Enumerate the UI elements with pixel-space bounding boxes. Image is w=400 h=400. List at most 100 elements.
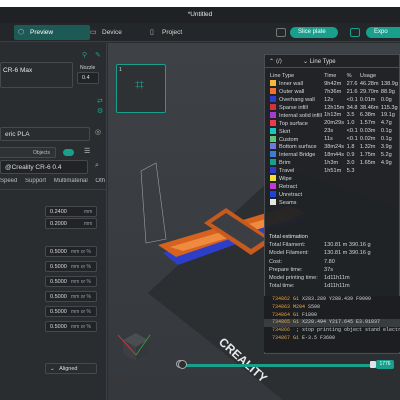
nozzle-select[interactable]: 0.4: [77, 72, 99, 84]
estimation-value: 7.80: [324, 258, 335, 265]
line-time: 7h36m: [324, 88, 342, 95]
line-usage: 0.02m: [359, 136, 376, 143]
line-usage: 0.03m: [359, 128, 376, 135]
estimation-value: 130.81 m 390.16 g: [324, 250, 371, 257]
search-icon[interactable]: ⌕: [95, 162, 99, 170]
divider: [0, 189, 107, 190]
legend-row[interactable]: Top surface 20m29s 1.0 1.57m 4.7g: [269, 119, 399, 127]
color-swatch: [270, 104, 276, 110]
line-type-cell: Retract: [269, 182, 323, 190]
tab-device[interactable]: ▭ Device: [86, 25, 136, 40]
zoom-icon[interactable]: [178, 360, 187, 369]
line-type-cell: Internal solid infill: [269, 111, 323, 119]
seam-position-select[interactable]: ⌄ Aligned: [45, 363, 97, 374]
line-weight: 4.7g: [380, 120, 392, 127]
slice-plate-button[interactable]: Slice plate: [290, 27, 338, 38]
sync-icon[interactable]: ⇄: [97, 97, 103, 105]
tab-speed[interactable]: Speed: [0, 178, 17, 184]
objects-switch[interactable]: [63, 149, 74, 156]
color-swatch: [270, 80, 276, 87]
filter-icon[interactable]: ⚲: [82, 51, 87, 59]
estimation-value: 130.81 m 390.16 g: [324, 242, 371, 249]
line-type-cell: Sparse infill: [269, 104, 323, 112]
line-type-cell: Travel: [269, 167, 323, 175]
legend-row[interactable]: Outer wall 7h36m 21.6 29.70m 88.9g: [269, 88, 399, 96]
header-weight: [380, 72, 399, 80]
line-type-cell: Overhang wall: [269, 96, 323, 104]
collapse-icon[interactable]: ⌃ ⟨/⟩: [269, 58, 282, 65]
export-button[interactable]: Expo: [366, 27, 400, 38]
estimation-label: Total Filament:: [269, 242, 306, 249]
plate-thumbnail[interactable]: 1 ⌗: [116, 64, 166, 113]
gcode-params: X220.494 Y217.645 E3.91037: [302, 319, 381, 326]
objects-toggle[interactable]: Objects: [0, 147, 56, 158]
layer-slider[interactable]: [184, 364, 374, 367]
header-time: Time: [324, 72, 337, 79]
legend-row[interactable]: Skirt 23s <0.1 0.03m 0.1g: [269, 127, 399, 135]
color-swatch: [270, 151, 276, 158]
gcode-command: M204: [293, 303, 306, 310]
tab-others[interactable]: Oth: [95, 178, 105, 184]
tab-multimaterial[interactable]: Multimaterial: [54, 178, 88, 184]
estimation-label: Model Filament:: [269, 250, 309, 257]
legend-row[interactable]: Travel 1h51m 5.3: [269, 167, 399, 175]
filament-selector[interactable]: eric PLA: [0, 127, 90, 141]
line-usage: [359, 190, 380, 198]
plate-icon[interactable]: [276, 28, 286, 37]
tab-support[interactable]: Support: [25, 178, 46, 184]
line-type-name: Brim: [279, 160, 291, 167]
legend-row[interactable]: Brim 1h3m 3.0 1.65m 4.9g: [269, 159, 399, 167]
line-percent: 1.0: [346, 120, 355, 127]
legend-row[interactable]: Bottom surface 38m24s 1.8 1.32m 3.9g: [269, 143, 399, 151]
list-icon[interactable]: ☰: [84, 147, 90, 155]
line-usage: 38.46m: [359, 104, 379, 111]
unit-label: mm or %: [71, 264, 91, 270]
legend-row[interactable]: Inner wall 9h42m 27.6 46.28m 138.9g: [269, 80, 399, 88]
tab-preview-label: Preview: [30, 29, 54, 36]
line-type-name: Internal Bridge: [279, 152, 316, 159]
legend-row[interactable]: Internal Bridge 18m44s 0.9 1.75m 5.2g: [269, 151, 399, 159]
legend-row[interactable]: Retract: [269, 182, 399, 190]
legend-row[interactable]: Overhang wall 12s <0.1 0.01m 0.0g: [269, 96, 399, 104]
gcode-line-number: 734864: [272, 311, 291, 318]
gcode-line-number: 734863: [272, 303, 291, 310]
line-time: 9h42m: [324, 80, 342, 87]
tab-project[interactable]: ▯ Project: [146, 25, 196, 40]
line-time: 1h13m: [324, 112, 342, 119]
line-type-cell: Top surface: [269, 119, 323, 127]
color-swatch: [270, 190, 276, 197]
gcode-line: 734863 M204 S500: [264, 304, 400, 312]
settings-icon[interactable]: ⚙: [97, 107, 103, 115]
line-weight: 5.2g: [380, 151, 392, 158]
color-swatch: [270, 111, 276, 118]
estimation-label: Model printing time:: [269, 274, 318, 281]
process-preset-selector[interactable]: @Creality CR-6 0.4: [0, 160, 88, 174]
legend-row[interactable]: Seams: [269, 198, 399, 206]
gcode-params: X283.289 Y280.439 F9000: [302, 296, 372, 302]
line-type-cell: Brim: [269, 159, 323, 167]
line-percent: 21.6: [346, 88, 358, 95]
line-type-name: Travel: [279, 168, 295, 175]
line-time: [323, 175, 346, 183]
legend-row[interactable]: Sparse infill 12h15m 34.8 38.46m 115.3g: [269, 104, 399, 112]
filament-settings-icon[interactable]: ◎: [95, 128, 101, 136]
table-header: Line Type Time % Usage: [269, 72, 399, 80]
line-usage: 1.65m: [359, 159, 376, 166]
legend-row[interactable]: Custom 11s <0.1 0.02m 0.1g: [269, 135, 399, 143]
line-usage: 0.01m: [359, 96, 376, 103]
edit-icon[interactable]: ✎: [95, 51, 101, 59]
legend-row[interactable]: Unretract: [269, 190, 399, 198]
line-time: 1h3m: [324, 159, 339, 166]
legend-row[interactable]: Internal solid infill 1h13m 3.5 6.38m 19.1g: [269, 111, 399, 119]
tab-preview[interactable]: ⬡ Preview: [14, 25, 90, 40]
menu-icon[interactable]: [350, 28, 360, 37]
line-type-dropdown[interactable]: ⌄ Line Type: [303, 58, 336, 65]
document-icon: ▯: [150, 29, 154, 36]
legend-row[interactable]: Wipe: [269, 175, 399, 183]
unit-label: mm or %: [71, 309, 91, 315]
printer-selector[interactable]: CR-6 Max: [0, 62, 73, 88]
line-type-name: Wipe: [279, 176, 292, 183]
line-width-value: 0.5000: [50, 309, 67, 315]
nozzle-label: Nozzle: [80, 65, 96, 71]
estimation-value: 1d11h11m: [324, 283, 350, 290]
